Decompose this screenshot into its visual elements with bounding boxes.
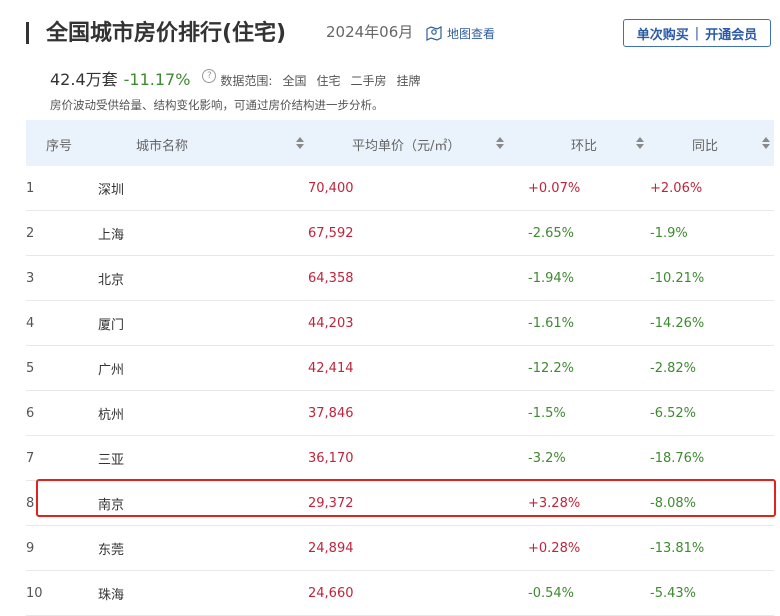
row-price: 64,358 (308, 255, 528, 301)
row-mom: -2.65% (528, 210, 650, 256)
table-row[interactable]: 1 深圳 70,400 +0.07% +2.06% (26, 166, 774, 211)
purchase-button-group: 单次购买 | 开通会员 (623, 19, 771, 47)
row-yoy: -8.08% (650, 480, 774, 526)
page-title: 全国城市房价排行(住宅) (46, 21, 287, 46)
row-yoy: -6.52% (650, 390, 774, 436)
row-city[interactable]: 杭州 (98, 390, 308, 436)
table-row[interactable]: 2 上海 67,592 -2.65% -1.9% (26, 210, 774, 256)
row-mom: -12.2% (528, 345, 650, 391)
row-mom: -0.54% (528, 570, 650, 616)
title-accent-bar (26, 22, 29, 44)
row-price: 70,400 (308, 166, 528, 211)
sort-icon[interactable] (296, 137, 304, 149)
row-index: 10 (26, 570, 98, 616)
scope-item-source[interactable]: 挂牌 (397, 72, 421, 89)
row-city[interactable]: 珠海 (98, 570, 308, 616)
row-mom: -1.61% (528, 300, 650, 346)
row-index: 3 (26, 255, 98, 301)
row-yoy: -13.81% (650, 525, 774, 571)
row-mom: +0.28% (528, 525, 650, 571)
map-pin-icon (426, 26, 442, 41)
table-row[interactable]: 6 杭州 37,846 -1.5% -6.52% (26, 390, 774, 436)
row-price: 44,203 (308, 300, 528, 346)
header-mom[interactable]: 环比 (528, 120, 650, 166)
row-mom: -1.5% (528, 390, 650, 436)
row-index: 6 (26, 390, 98, 436)
table-header-row: 序号 城市名称 平均单价（元/㎡） 环比 同比 (26, 120, 774, 166)
row-mom: +3.28% (528, 480, 650, 526)
table-row[interactable]: 9 东莞 24,894 +0.28% -13.81% (26, 525, 774, 571)
row-index: 8 (26, 480, 98, 526)
row-yoy: -2.82% (650, 345, 774, 391)
row-mom: -3.2% (528, 435, 650, 481)
sort-icon[interactable] (762, 137, 770, 149)
map-view-label: 地图查看 (447, 26, 496, 41)
row-city[interactable]: 深圳 (98, 166, 308, 211)
row-price: 42,414 (308, 345, 528, 391)
scope-label: 数据范围: (220, 74, 273, 88)
header-price-label: 平均单价（元/㎡） (352, 139, 461, 154)
row-index: 2 (26, 210, 98, 256)
row-price: 37,846 (308, 390, 528, 436)
sort-icon[interactable] (496, 137, 504, 149)
row-price: 67,592 (308, 210, 528, 256)
listing-volume: 42.4万套 (50, 70, 118, 89)
row-yoy: -10.21% (650, 255, 774, 301)
row-index: 9 (26, 525, 98, 571)
row-yoy: -18.76% (650, 435, 774, 481)
row-city[interactable]: 南京 (98, 480, 308, 526)
city-price-ranking-table: 序号 城市名称 平均单价（元/㎡） 环比 同比 1 深圳 70,400 +0.07% +… (26, 120, 774, 616)
row-city[interactable]: 上海 (98, 210, 308, 256)
header-city[interactable]: 城市名称 (98, 120, 308, 166)
header-yoy[interactable]: 同比 (650, 120, 774, 166)
row-mom: -1.94% (528, 255, 650, 301)
scope-item-type[interactable]: 住宅 (316, 72, 340, 89)
table-row[interactable]: 7 三亚 36,170 -3.2% -18.76% (26, 435, 774, 481)
period-date: 2024年06月 (326, 23, 414, 41)
page-header: 全国城市房价排行(住宅) 2024年06月 地图查看 单次购买 | 开通会员 (0, 0, 780, 60)
row-price: 29,372 (308, 480, 528, 526)
table-row[interactable]: 10 珠海 24,660 -0.54% -5.43% (26, 570, 774, 616)
row-yoy: -1.9% (650, 210, 774, 256)
row-city[interactable]: 广州 (98, 345, 308, 391)
row-index: 1 (26, 166, 98, 211)
header-index: 序号 (26, 120, 98, 166)
table-body: 1 深圳 70,400 +0.07% +2.06% 2 上海 67,592 -2.65% -1.9… (26, 166, 774, 616)
row-yoy: +2.06% (650, 166, 774, 211)
scope-item-market[interactable]: 二手房 (351, 72, 387, 89)
row-price: 36,170 (308, 435, 528, 481)
row-price: 24,894 (308, 525, 528, 571)
header-price[interactable]: 平均单价（元/㎡） (308, 120, 528, 166)
question-circle-icon[interactable]: ? (202, 69, 217, 83)
scope-item-region[interactable]: 全国 (282, 72, 306, 89)
row-index: 4 (26, 300, 98, 346)
map-view-link[interactable]: 地图查看 (425, 22, 495, 44)
summary-stats: 42.4万套 -11.17% ? 数据范围: 全国 住宅 二手房 挂牌 (50, 66, 421, 89)
row-city[interactable]: 厦门 (98, 300, 308, 346)
volume-change: -11.17% (123, 70, 191, 89)
header-mom-label: 环比 (571, 139, 598, 154)
header-index-label: 序号 (46, 139, 73, 154)
sort-icon[interactable] (636, 137, 644, 149)
row-yoy: -14.26% (650, 300, 774, 346)
table-row[interactable]: 3 北京 64,358 -1.94% -10.21% (26, 255, 774, 301)
button-separator: | (694, 25, 700, 41)
row-yoy: -5.43% (650, 570, 774, 616)
price-note: 房价波动受供给量、结构变化影响，可通过房价结构进一步分析。 (50, 98, 384, 112)
row-city[interactable]: 北京 (98, 255, 308, 301)
header-city-label: 城市名称 (136, 139, 189, 154)
table-row[interactable]: 4 厦门 44,203 -1.61% -14.26% (26, 300, 774, 346)
table-row[interactable]: 8 南京 29,372 +3.28% -8.08% (26, 480, 774, 526)
table-row[interactable]: 5 广州 42,414 -12.2% -2.82% (26, 345, 774, 391)
buy-once-button[interactable]: 单次购买 (637, 24, 689, 43)
row-index: 7 (26, 435, 98, 481)
row-city[interactable]: 东莞 (98, 525, 308, 571)
header-yoy-label: 同比 (692, 139, 719, 154)
row-mom: +0.07% (528, 166, 650, 211)
row-index: 5 (26, 345, 98, 391)
membership-button[interactable]: 开通会员 (705, 24, 757, 43)
row-price: 24,660 (308, 570, 528, 616)
row-city[interactable]: 三亚 (98, 435, 308, 481)
